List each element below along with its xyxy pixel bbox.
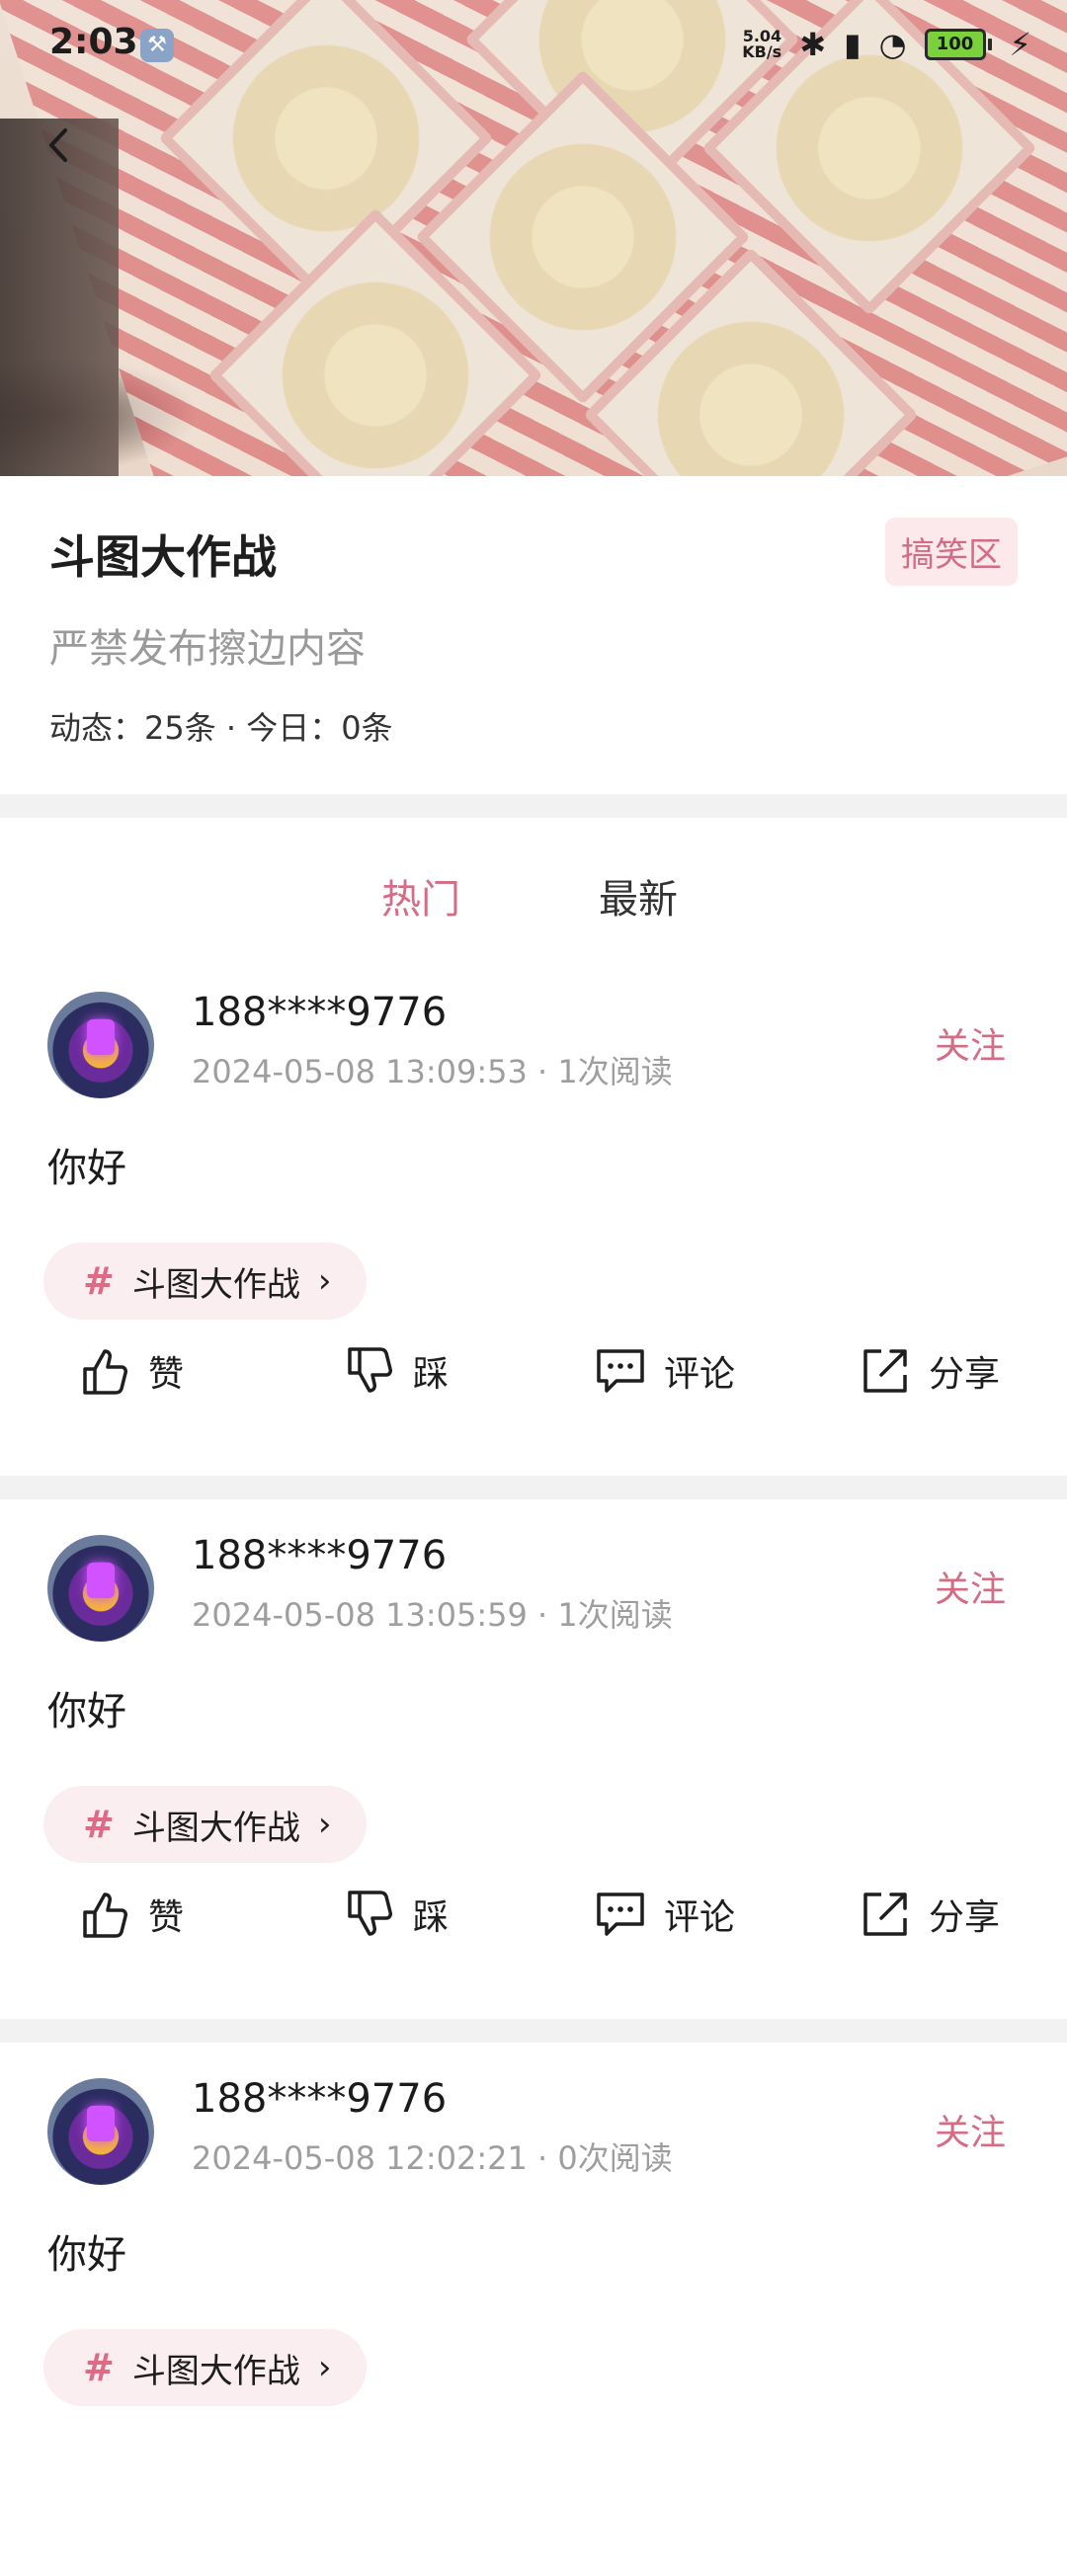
post-divider [0, 1476, 1067, 1499]
topic-name: 斗图大作战 [131, 2351, 300, 2391]
tab-hot[interactable]: 热门 [381, 867, 460, 925]
post-content: 你好 [47, 1146, 126, 1191]
like-button[interactable]: 赞 [77, 1887, 184, 1942]
charging-icon: ⚡ [1009, 26, 1031, 63]
bluetooth-icon: ✱ [799, 26, 826, 63]
share-label: 分享 [929, 1897, 1001, 1938]
share-button[interactable]: 分享 [858, 1343, 1000, 1399]
post-card[interactable]: 188****9776 2024-05-08 13:09:53 · 1次阅读 关… [0, 968, 1067, 1489]
post-meta: 2024-05-08 13:09:53 · 1次阅读 [192, 1053, 673, 1090]
comment-button[interactable]: 评论 [593, 1887, 735, 1942]
post-username[interactable]: 188****9776 [192, 2076, 447, 2122]
wood-floor [0, 119, 119, 476]
follow-button[interactable]: 关注 [935, 2104, 1006, 2155]
post-card[interactable]: 188****9776 2024-05-08 13:05:59 · 1次阅读 关… [0, 1511, 1067, 2033]
chevron-right-icon: › [317, 2348, 332, 2387]
share-label: 分享 [929, 1354, 1001, 1395]
battery-cap [987, 39, 992, 50]
post-actions: 赞 踩 评论 分享 [0, 1324, 1067, 1432]
like-label: 赞 [148, 1897, 185, 1938]
share-icon [863, 1349, 907, 1393]
dislike-button[interactable]: 踩 [342, 1343, 449, 1399]
share-icon [863, 1892, 907, 1936]
category-tag[interactable]: 搞笑区 [885, 518, 1018, 586]
comment-icon [597, 1349, 644, 1393]
status-time: 2:03 [49, 22, 138, 62]
avatar[interactable] [47, 2078, 154, 2185]
like-label: 赞 [148, 1354, 185, 1395]
signal-icon: ▮ [844, 26, 862, 63]
board-info: 斗图大作战 搞笑区 严禁发布擦边内容 动态：25条 · 今日：0条 [0, 476, 1067, 794]
comment-label: 评论 [664, 1354, 736, 1395]
post-content: 你好 [47, 2232, 126, 2278]
dislike-label: 踩 [413, 1354, 450, 1395]
chevron-right-icon: › [317, 1261, 332, 1301]
follow-button[interactable]: 关注 [935, 1561, 1006, 1612]
topic-chip[interactable]: # 斗图大作战 › [43, 1786, 368, 1863]
post-meta: 2024-05-08 12:02:21 · 0次阅读 [192, 2139, 673, 2177]
thumbs-up-icon [83, 1349, 127, 1395]
thumbs-down-icon [348, 1891, 392, 1936]
network-speed-unit: KB/s [742, 42, 782, 61]
network-speed: 5.04 KB/s [742, 29, 781, 60]
hashtag-icon: # [83, 2346, 115, 2389]
wrench-icon: ⚒ [140, 29, 174, 62]
wifi-icon: ◔ [878, 26, 907, 63]
post-actions: 赞 踩 评论 分享 [0, 1867, 1067, 1975]
chevron-left-icon [49, 128, 67, 162]
post-card[interactable]: 188****9776 2024-05-08 12:02:21 · 0次阅读 关… [0, 2054, 1067, 2576]
avatar[interactable] [47, 1535, 154, 1642]
comment-label: 评论 [664, 1897, 736, 1938]
comment-icon [597, 1892, 644, 1936]
chevron-right-icon: › [317, 1805, 332, 1844]
topic-chip[interactable]: # 斗图大作战 › [43, 1243, 368, 1320]
hashtag-icon: # [83, 1803, 115, 1846]
status-icons: 5.04 KB/s ✱ ▮ ◔ 100 ⚡ [742, 26, 1031, 63]
follow-button[interactable]: 关注 [935, 1017, 1006, 1069]
topic-name: 斗图大作战 [131, 1264, 300, 1305]
section-divider [0, 794, 1067, 818]
share-button[interactable]: 分享 [858, 1887, 1000, 1942]
feed-tabs: 热门 最新 [0, 818, 1067, 948]
post-meta: 2024-05-08 13:05:59 · 1次阅读 [192, 1596, 673, 1634]
battery-level: 100 [924, 29, 986, 60]
battery-icon: 100 [924, 29, 992, 60]
back-button[interactable] [40, 121, 79, 170]
topic-chip[interactable]: # 斗图大作战 › [43, 2329, 368, 2406]
thumbs-up-icon [83, 1892, 127, 1938]
thumbs-down-icon [348, 1347, 392, 1393]
avatar[interactable] [47, 992, 154, 1098]
board-stats: 动态：25条 · 今日：0条 [49, 709, 393, 747]
topic-name: 斗图大作战 [131, 1808, 300, 1848]
tab-latest[interactable]: 最新 [599, 867, 678, 925]
hashtag-icon: # [83, 1259, 115, 1303]
post-username[interactable]: 188****9776 [192, 990, 447, 1035]
status-bar: 2:03 ⚒ 5.04 KB/s ✱ ▮ ◔ 100 ⚡ [0, 0, 1067, 89]
board-title: 斗图大作战 [49, 530, 277, 584]
post-username[interactable]: 188****9776 [192, 1533, 447, 1578]
board-description: 严禁发布擦边内容 [49, 626, 366, 672]
post-divider [0, 2019, 1067, 2043]
post-content: 你好 [47, 1689, 126, 1734]
dislike-label: 踩 [413, 1897, 450, 1938]
dislike-button[interactable]: 踩 [342, 1887, 449, 1942]
comment-button[interactable]: 评论 [593, 1343, 735, 1399]
like-button[interactable]: 赞 [77, 1343, 184, 1399]
